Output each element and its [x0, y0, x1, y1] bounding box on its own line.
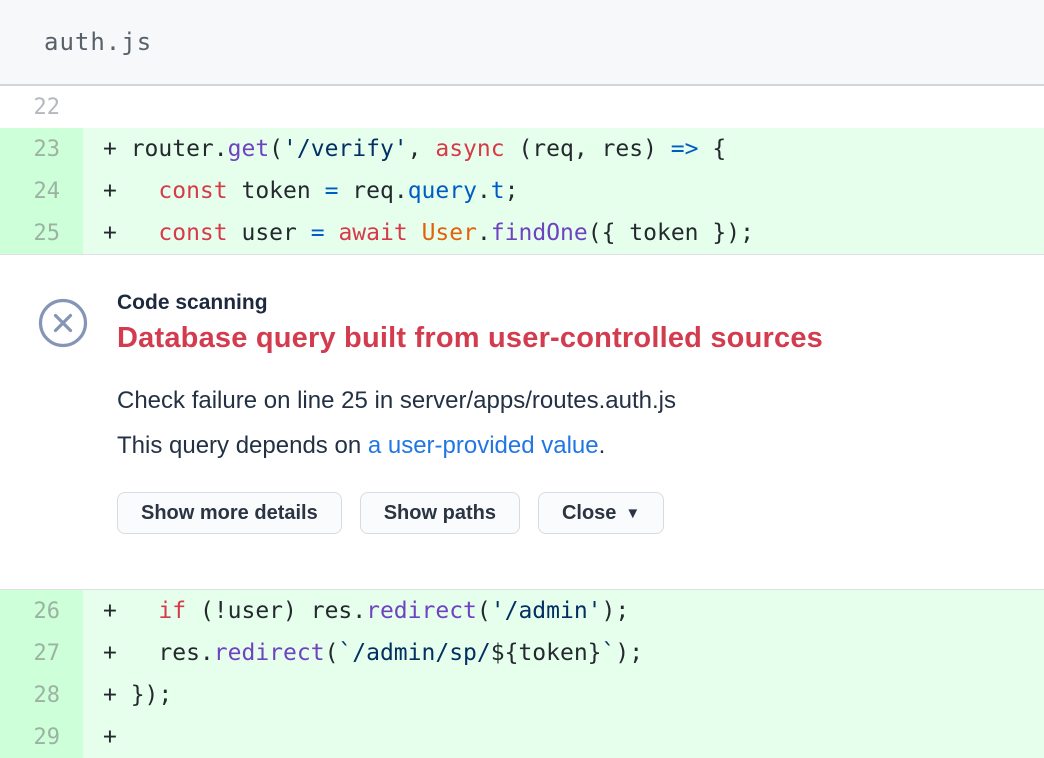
line-number[interactable]: 25 [0, 212, 83, 254]
close-button[interactable]: Close ▼ [538, 492, 664, 534]
code-line: + router.get('/verify', async (req, res)… [83, 128, 1044, 170]
dropdown-caret-icon: ▼ [625, 506, 640, 521]
alert-title: Database query built from user-controlle… [117, 322, 823, 355]
alert-check-failure-text: Check failure on line 25 in server/apps/… [117, 385, 823, 417]
diff-block-bottom: 26+ if (!user) res.redirect('/admin');27… [0, 589, 1044, 758]
alert-actions: Show more details Show paths Close ▼ [117, 492, 823, 534]
code-line: + const user = await User.findOne({ toke… [83, 212, 1044, 254]
diff-row: 23+ router.get('/verify', async (req, re… [0, 128, 1044, 170]
line-number[interactable]: 24 [0, 170, 83, 212]
alert-description: This query depends on a user-provided va… [117, 430, 823, 462]
diff-row: 22 [0, 86, 1044, 128]
file-name: auth.js [44, 28, 152, 56]
alert-tool-name: Code scanning [117, 291, 823, 315]
code-line: + }); [83, 674, 1044, 716]
alert-description-prefix: This query depends on [117, 432, 368, 459]
line-number[interactable]: 28 [0, 674, 83, 716]
line-number[interactable]: 22 [0, 86, 83, 128]
line-number[interactable]: 26 [0, 590, 83, 632]
diff-row: 27+ res.redirect(`/admin/sp/${token}`); [0, 632, 1044, 674]
line-number[interactable]: 27 [0, 632, 83, 674]
line-number[interactable]: 23 [0, 128, 83, 170]
show-more-details-button[interactable]: Show more details [117, 492, 342, 534]
code-line [83, 86, 1044, 128]
file-header: auth.js [0, 0, 1044, 86]
alert-description-suffix: . [599, 432, 606, 459]
diff-row: 26+ if (!user) res.redirect('/admin'); [0, 590, 1044, 632]
diff-block-top: 2223+ router.get('/verify', async (req, … [0, 86, 1044, 255]
diff-row: 24+ const token = req.query.t; [0, 170, 1044, 212]
code-line: + [83, 716, 1044, 758]
diff-row: 29+ [0, 716, 1044, 758]
line-number[interactable]: 29 [0, 716, 83, 758]
code-scanning-alert: Code scanning Database query built from … [0, 255, 1044, 589]
x-circle-icon [38, 298, 88, 353]
show-paths-button[interactable]: Show paths [360, 492, 520, 534]
code-line: + const token = req.query.t; [83, 170, 1044, 212]
diff-row: 25+ const user = await User.findOne({ to… [0, 212, 1044, 254]
code-line: + if (!user) res.redirect('/admin'); [83, 590, 1044, 632]
diff-row: 28+ }); [0, 674, 1044, 716]
alert-content: Code scanning Database query built from … [117, 291, 823, 534]
code-line: + res.redirect(`/admin/sp/${token}`); [83, 632, 1044, 674]
user-provided-value-link[interactable]: a user-provided value [368, 432, 599, 459]
